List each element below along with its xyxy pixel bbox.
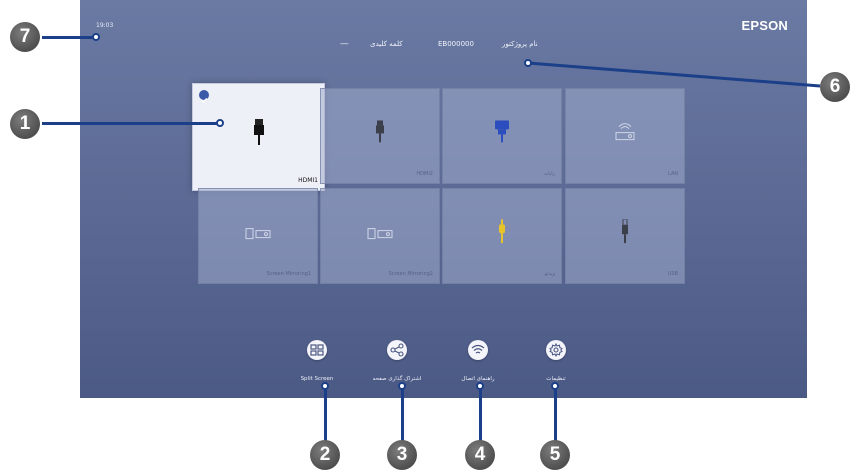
callout-5-anchor: [551, 382, 559, 390]
callout-1-anchor: [216, 119, 224, 127]
callout-3: 3: [387, 440, 417, 470]
settings-button[interactable]: [546, 340, 566, 360]
callout-2-anchor: [321, 382, 329, 390]
source-label: Screen Mirroring1: [266, 271, 311, 277]
source-label: HDMI1: [298, 177, 318, 184]
callout-4-leader: [479, 386, 482, 442]
callout-2: 2: [310, 440, 340, 470]
rca-plug-icon: [497, 219, 507, 247]
callout-6-leader: [527, 61, 821, 88]
split-screen-label: Split Screen: [300, 376, 334, 382]
callout-1: 1: [10, 109, 40, 139]
callout-5: 5: [540, 440, 570, 470]
callout-4: 4: [465, 440, 495, 470]
source-tile-video[interactable]: ویدئو: [442, 188, 562, 284]
source-tile-lan[interactable]: LAN: [565, 88, 685, 184]
projector-name-value: EB000000: [438, 40, 474, 48]
keyword-value: -----: [340, 40, 349, 48]
wifi-icon: [471, 344, 485, 354]
vga-plug-icon: [495, 120, 509, 146]
callout-6: 6: [820, 72, 850, 102]
gear-icon: [549, 343, 563, 357]
share-screen-label: اشتراک گذاری صفحه: [372, 376, 422, 382]
screen-mirroring-icon: [367, 225, 393, 244]
callout-4-anchor: [476, 382, 484, 390]
settings-label: تنظیمات: [546, 376, 566, 382]
split-screen-icon: [310, 344, 324, 356]
connection-guide-label: راهنمای اتصال: [461, 376, 495, 382]
epson-logo: EPSON: [741, 18, 788, 33]
source-label: ویدئو: [544, 271, 555, 277]
share-screen-button[interactable]: [387, 340, 407, 360]
callout-3-leader: [401, 386, 404, 442]
source-label: LAN: [667, 171, 678, 177]
callout-7: 7: [10, 22, 40, 52]
source-tile-usb[interactable]: USB: [565, 188, 685, 284]
hdmi-plug-icon: [374, 120, 386, 146]
clock-time: 19:03: [96, 22, 114, 29]
source-tile-computer[interactable]: رایانه: [442, 88, 562, 184]
projector-name-label: نام پروژکتور: [502, 40, 538, 48]
connection-guide-button[interactable]: [468, 340, 488, 360]
source-label: رایانه: [544, 171, 555, 177]
source-tile-hdmi1[interactable]: HDMI1: [192, 83, 325, 191]
keyword-label: کلمه کلیدی: [370, 40, 403, 48]
split-screen-button[interactable]: [307, 340, 327, 360]
source-label: USB: [667, 271, 678, 277]
source-tile-screen-mirroring2[interactable]: Screen Mirroring2: [320, 188, 440, 284]
source-tile-hdmi2[interactable]: HDMI2: [320, 88, 440, 184]
callout-7-anchor: [92, 33, 100, 41]
callout-2-leader: [324, 386, 327, 442]
source-label: Screen Mirroring2: [388, 271, 433, 277]
share-icon: [390, 343, 404, 357]
lan-projector-icon: [614, 122, 636, 146]
source-label: HDMI2: [416, 171, 433, 177]
source-tile-screen-mirroring1[interactable]: Screen Mirroring1: [198, 188, 318, 284]
usb-plug-icon: [620, 218, 630, 247]
callout-5-leader: [554, 386, 557, 442]
callout-1-leader: [42, 122, 220, 125]
projector-info-header: ----- کلمه کلیدی EB000000 نام پروژکتور: [340, 40, 560, 52]
callout-7-leader: [42, 36, 96, 39]
screen-mirroring-icon: [245, 225, 271, 244]
callout-6-anchor: [524, 59, 532, 67]
selected-check-icon: [199, 90, 209, 103]
hdmi-plug-icon: [252, 119, 266, 149]
callout-3-anchor: [398, 382, 406, 390]
